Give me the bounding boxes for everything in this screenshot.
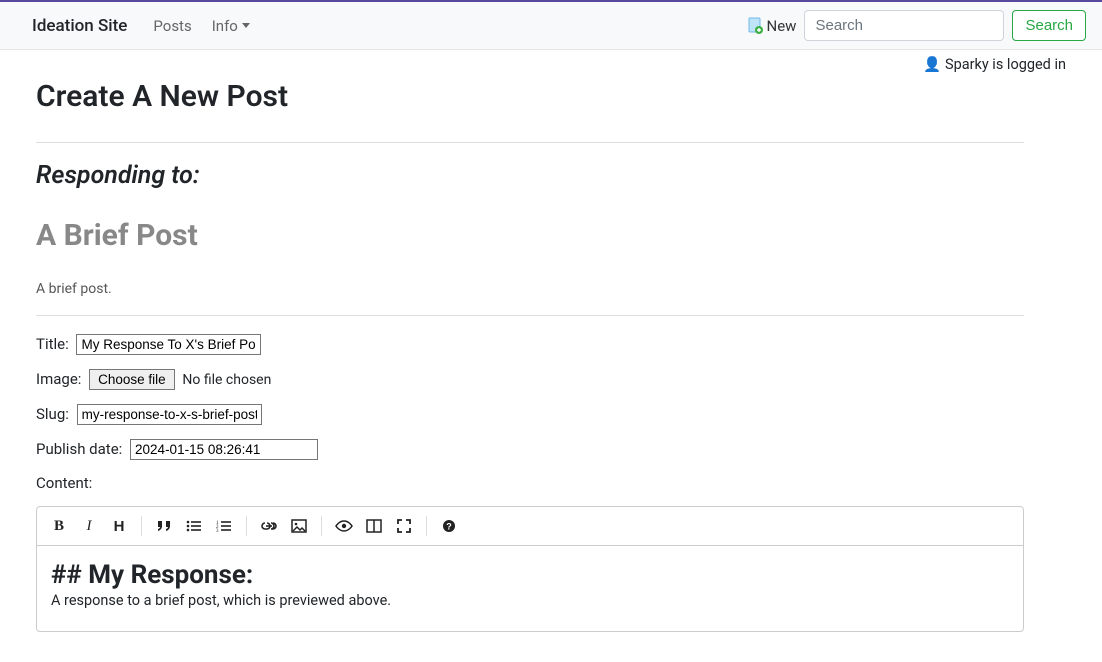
divider (36, 142, 1024, 143)
file-status: No file chosen (182, 372, 271, 388)
svg-text:3: 3 (216, 529, 219, 533)
editor-textarea[interactable]: ## My Response: A response to a brief po… (37, 546, 1023, 631)
image-label: Image: (36, 370, 81, 388)
toolbar-separator (246, 516, 247, 536)
responding-excerpt: A brief post. (36, 281, 1024, 297)
chevron-down-icon (242, 23, 250, 28)
navbar-right: New Search (748, 10, 1086, 41)
heading-button[interactable]: H (105, 513, 133, 539)
user-icon: 👤 (923, 56, 941, 73)
choose-file-button[interactable]: Choose file (89, 369, 175, 390)
nav-info-label: Info (212, 17, 238, 35)
toolbar-separator (141, 516, 142, 536)
slug-input[interactable] (77, 404, 262, 425)
navbar: Ideation Site Posts Info New Search (0, 2, 1102, 50)
main-container: Create A New Post Responding to: A Brief… (0, 79, 1060, 662)
title-input[interactable] (76, 334, 261, 355)
publish-label: Publish date: (36, 440, 122, 458)
responding-label: Responding to: (36, 161, 1024, 190)
slug-label: Slug: (36, 405, 69, 423)
search-input[interactable] (804, 10, 1004, 41)
image-button[interactable] (285, 513, 313, 539)
divider (36, 315, 1024, 316)
editor: B I H 123 (36, 506, 1024, 632)
title-row: Title: (36, 334, 1024, 355)
toolbar-separator (321, 516, 322, 536)
ordered-list-button[interactable]: 123 (210, 513, 238, 539)
toolbar-separator (426, 516, 427, 536)
brand[interactable]: Ideation Site (32, 16, 127, 36)
quote-button[interactable] (150, 513, 178, 539)
italic-button[interactable]: I (75, 513, 103, 539)
preview-button[interactable] (330, 513, 358, 539)
new-label: New (767, 17, 797, 35)
responding-post-title: A Brief Post (36, 218, 1024, 253)
slug-row: Slug: (36, 404, 1024, 425)
bold-button[interactable]: B (45, 513, 73, 539)
login-status: 👤 Sparky is logged in (0, 50, 1102, 73)
editor-line-body: A response to a brief post, which is pre… (51, 592, 1009, 609)
fullscreen-button[interactable] (390, 513, 418, 539)
login-text: Sparky is logged in (945, 56, 1066, 73)
content-label: Content: (36, 474, 92, 492)
editor-line-heading: ## My Response: (51, 560, 1009, 590)
nav-posts[interactable]: Posts (143, 11, 201, 41)
link-button[interactable] (255, 513, 283, 539)
content-row: Content: (36, 474, 1024, 492)
unordered-list-button[interactable] (180, 513, 208, 539)
image-row: Image: Choose file No file chosen (36, 369, 1024, 390)
search-button[interactable]: Search (1012, 10, 1086, 41)
page-title: Create A New Post (36, 79, 1024, 114)
publish-date-input[interactable] (130, 439, 318, 460)
publish-row: Publish date: (36, 439, 1024, 460)
new-page-icon (748, 17, 764, 35)
title-label: Title: (36, 335, 69, 353)
svg-text:?: ? (446, 522, 452, 532)
new-post-link[interactable]: New (748, 17, 797, 35)
side-by-side-button[interactable] (360, 513, 388, 539)
help-button[interactable]: ? (435, 513, 463, 539)
editor-toolbar: B I H 123 (37, 507, 1023, 546)
nav-info-dropdown[interactable]: Info (202, 11, 260, 41)
